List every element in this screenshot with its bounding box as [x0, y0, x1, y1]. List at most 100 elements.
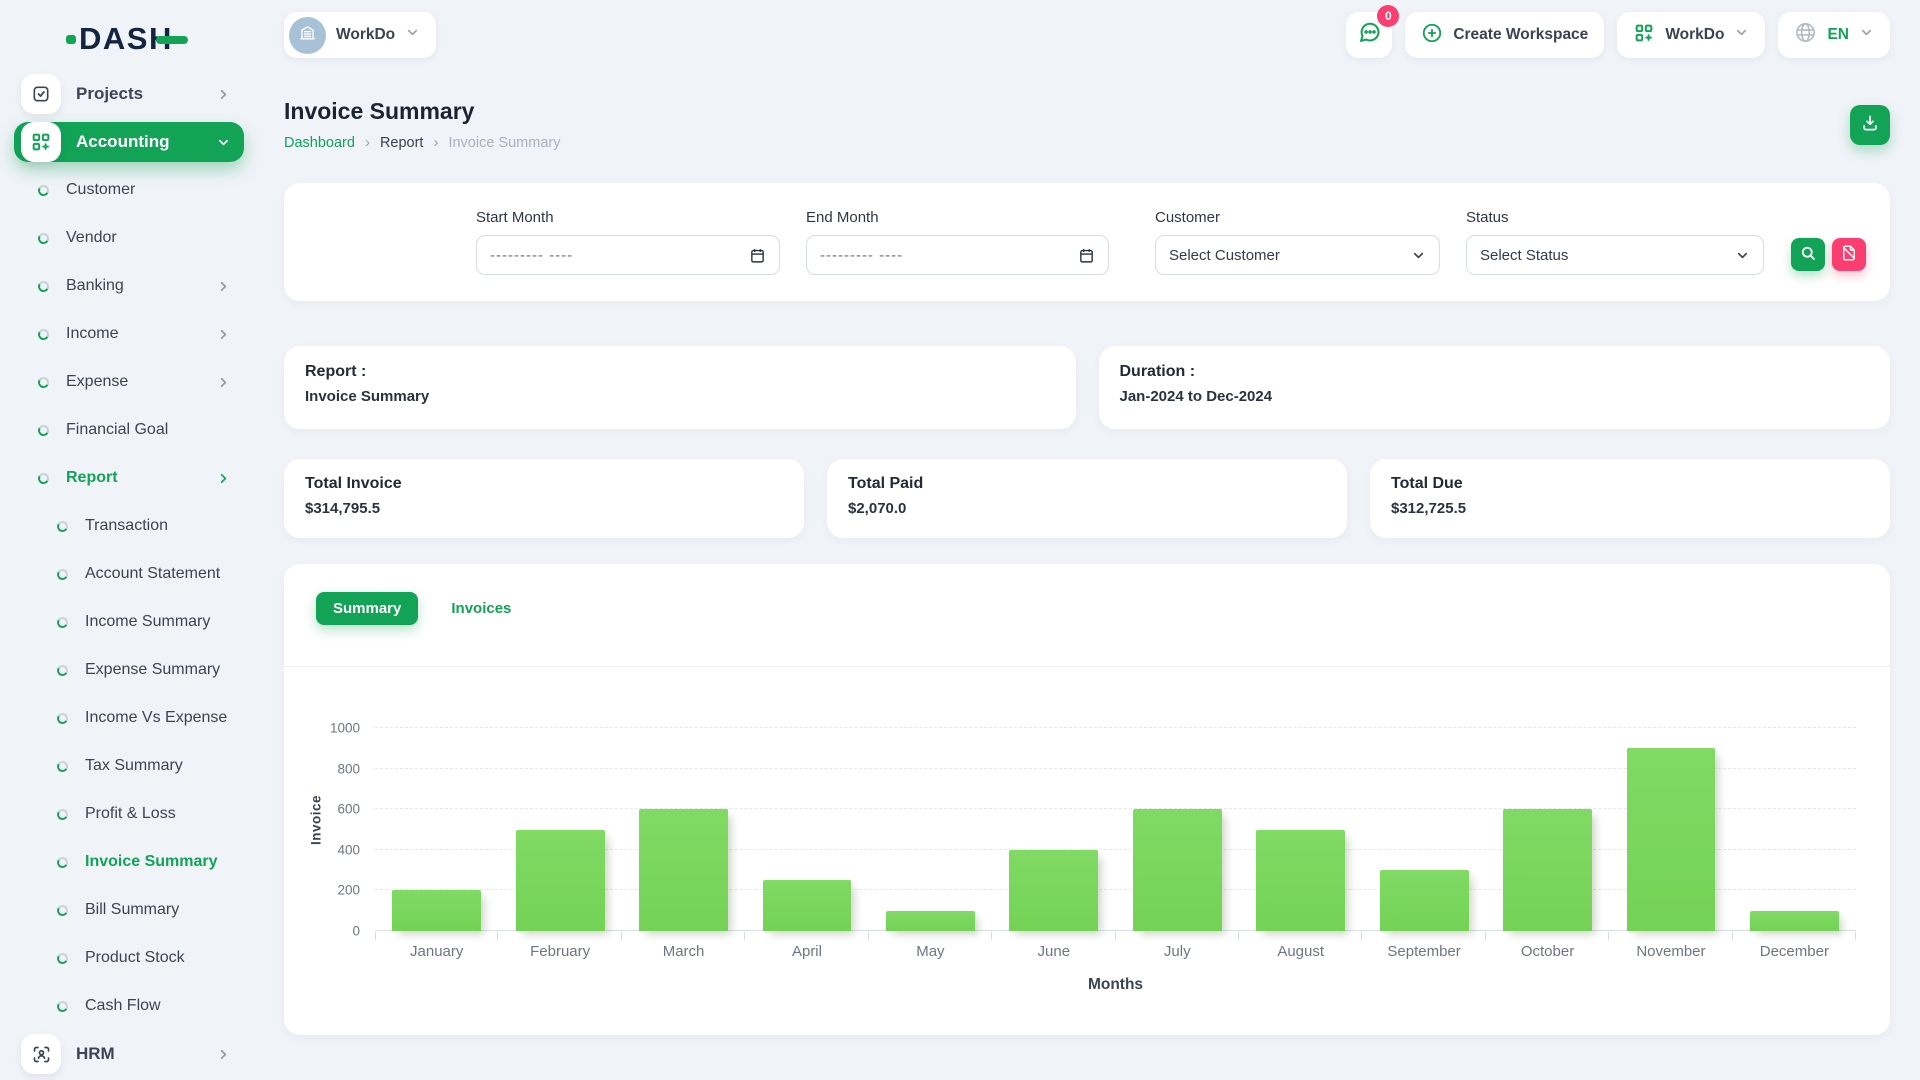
y-axis-title: Invoice — [309, 794, 324, 844]
x-tick-january: January — [375, 943, 498, 960]
invoice-chart: 02004006008001000Invoice JanuaryFebruary M… — [375, 708, 1856, 994]
sidebar-item-label: Cash Flow — [85, 997, 161, 1015]
breadcrumb-dashboard[interactable]: Dashboard — [284, 135, 355, 151]
chevron-right-icon — [216, 279, 231, 294]
sidebar-item-customer[interactable]: Customer — [14, 170, 244, 210]
bar-slot-november — [1609, 708, 1732, 931]
sidebar-item-bill-summary[interactable]: Bill Summary — [14, 890, 244, 930]
bar-march[interactable] — [639, 809, 728, 931]
workdo-menu-button[interactable]: WorkDo — [1617, 12, 1765, 58]
bar-december[interactable] — [1750, 911, 1839, 931]
y-tick-0: 0 — [352, 924, 360, 939]
breadcrumb-report[interactable]: Report — [380, 135, 424, 151]
sidebar-item-projects[interactable]: Projects — [14, 74, 244, 114]
sidebar-item-profit-loss[interactable]: Profit & Loss — [14, 794, 244, 834]
messages-badge: 0 — [1377, 5, 1399, 27]
main-content: WorkDo 0 Create Workspace WorkDo — [256, 0, 1920, 1080]
logo-accent-bar — [156, 36, 188, 44]
sidebar-item-financial-goal[interactable]: Financial Goal — [14, 410, 244, 450]
search-button[interactable] — [1791, 238, 1825, 271]
chevron-right-icon — [216, 1047, 231, 1062]
bar-november[interactable] — [1627, 748, 1716, 931]
sidebar-item-invoice-summary[interactable]: Invoice Summary — [14, 842, 244, 882]
stat-value: $314,795.5 — [305, 500, 783, 517]
calendar-icon[interactable] — [749, 247, 766, 264]
sidebar-item-label: Invoice Summary — [85, 853, 218, 871]
breadcrumb-separator: › — [365, 134, 370, 151]
sidebar-item-vendor[interactable]: Vendor — [14, 218, 244, 258]
chart-plot-area: 02004006008001000Invoice — [375, 708, 1856, 931]
sidebar-item-account-statement[interactable]: Account Statement — [14, 554, 244, 594]
bullet-icon — [56, 567, 69, 580]
sidebar-item-transaction[interactable]: Transaction — [14, 506, 244, 546]
x-tick-september: September — [1362, 943, 1485, 960]
chevron-down-icon — [1734, 25, 1749, 45]
workspace-switcher[interactable]: WorkDo — [284, 12, 436, 58]
sidebar-item-expense[interactable]: Expense — [14, 362, 244, 402]
sidebar-item-product-stock[interactable]: Product Stock — [14, 938, 244, 978]
duration-card: Duration : Jan-2024 to Dec-2024 — [1099, 346, 1891, 429]
bar-april[interactable] — [763, 880, 852, 931]
messages-button[interactable]: 0 — [1346, 12, 1392, 58]
sidebar-item-hrm[interactable]: HRM — [14, 1034, 244, 1074]
bar-july[interactable] — [1133, 809, 1222, 931]
x-tick-december: December — [1733, 943, 1856, 960]
title-block: Invoice Summary Dashboard›Report›Invoice… — [284, 98, 560, 151]
language-selector[interactable]: EN — [1778, 12, 1890, 58]
bullet-icon — [37, 423, 50, 436]
end-month-input[interactable] — [806, 235, 1109, 275]
bar-august[interactable] — [1256, 830, 1345, 932]
create-workspace-button[interactable]: Create Workspace — [1405, 12, 1604, 58]
sidebar-item-income-summary[interactable]: Income Summary — [14, 602, 244, 642]
bullet-icon — [56, 999, 69, 1012]
duration-label: Duration : — [1120, 363, 1870, 381]
bar-slot-april — [745, 708, 868, 931]
download-button[interactable] — [1850, 105, 1890, 145]
sidebar-item-accounting[interactable]: Accounting — [14, 122, 244, 162]
sidebar-item-label: Vendor — [66, 229, 117, 247]
sidebar-item-cash-flow[interactable]: Cash Flow — [14, 986, 244, 1026]
calendar-icon[interactable] — [1078, 247, 1095, 264]
sidebar-item-report[interactable]: Report — [14, 458, 244, 498]
bar-slot-january — [375, 708, 498, 931]
stat-label: Total Invoice — [305, 475, 783, 493]
tab-invoices[interactable]: Invoices — [434, 592, 528, 625]
bar-february[interactable] — [516, 830, 605, 932]
breadcrumb: Dashboard›Report›Invoice Summary — [284, 134, 560, 151]
bullet-icon — [56, 855, 69, 868]
sidebar-item-expense-summary[interactable]: Expense Summary — [14, 650, 244, 690]
workspace-avatar — [289, 17, 326, 54]
sidebar-item-tax-summary[interactable]: Tax Summary — [14, 746, 244, 786]
topbar: WorkDo 0 Create Workspace WorkDo — [284, 12, 1890, 58]
x-tick-february: February — [498, 943, 621, 960]
sidebar-item-label: Tax Summary — [85, 757, 183, 775]
filter-card: Start Month End Month Customer Select Cu… — [284, 183, 1890, 301]
page-title: Invoice Summary — [284, 98, 560, 125]
sidebar-item-income-vs-expense[interactable]: Income Vs Expense — [14, 698, 244, 738]
start-month-value[interactable] — [490, 247, 749, 264]
x-tick-may: May — [869, 943, 992, 960]
bullet-icon — [37, 327, 50, 340]
bullet-icon — [37, 183, 50, 196]
bar-september[interactable] — [1380, 870, 1469, 931]
sidebar-item-income[interactable]: Income — [14, 314, 244, 354]
end-month-value[interactable] — [820, 247, 1078, 264]
bar-may[interactable] — [886, 911, 975, 931]
start-month-input[interactable] — [476, 235, 780, 275]
status-select-value: Select Status — [1480, 247, 1568, 264]
bar-slot-august — [1239, 708, 1362, 931]
reset-button[interactable] — [1832, 238, 1866, 271]
sidebar-item-banking[interactable]: Banking — [14, 266, 244, 306]
customer-select-value: Select Customer — [1169, 247, 1280, 264]
x-tick-july: July — [1116, 943, 1239, 960]
bar-slot-june — [992, 708, 1115, 931]
x-axis-title: Months — [375, 976, 1856, 994]
totals-row: Total Invoice$314,795.5Total Paid$2,070.… — [284, 459, 1890, 538]
tab-summary[interactable]: Summary — [316, 592, 418, 625]
bullet-icon — [56, 663, 69, 676]
customer-select[interactable]: Select Customer — [1155, 235, 1440, 275]
status-select[interactable]: Select Status — [1466, 235, 1764, 275]
bar-january[interactable] — [392, 890, 481, 931]
bar-june[interactable] — [1009, 850, 1098, 931]
bar-october[interactable] — [1503, 809, 1592, 931]
